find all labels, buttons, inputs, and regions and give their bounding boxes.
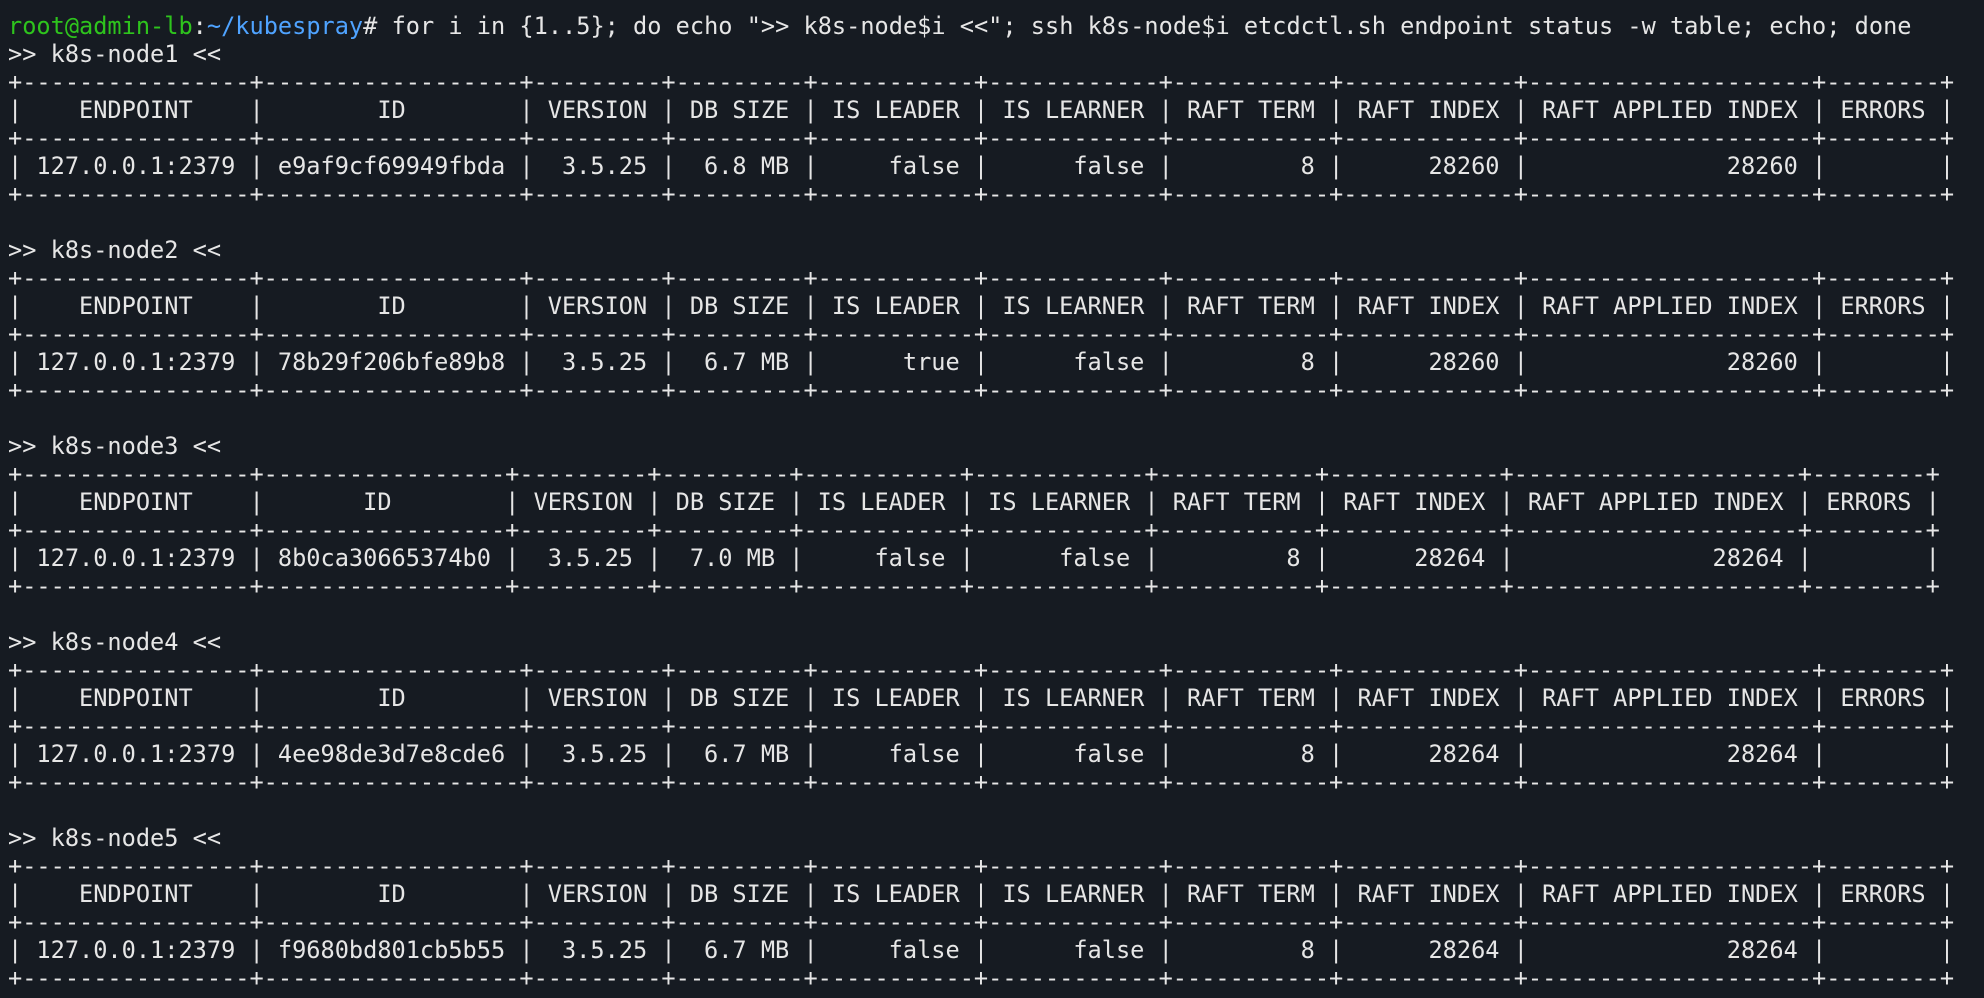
table-border-line: +----------------+------------------+---… <box>8 180 1955 208</box>
node-header-line: >> k8s-node3 << <box>8 432 222 460</box>
table-data-row: | 127.0.0.1:2379 | e9af9cf69949fbda | 3.… <box>8 152 1955 180</box>
table-border-line: +----------------+-----------------+----… <box>8 460 1940 488</box>
table-header-row: | ENDPOINT | ID | VERSION | DB SIZE | IS… <box>8 488 1940 516</box>
node-header-line: >> k8s-node4 << <box>8 628 222 656</box>
table-border-line: +----------------+------------------+---… <box>8 768 1955 796</box>
table-data-row: | 127.0.0.1:2379 | f9680bd801cb5b55 | 3.… <box>8 936 1955 964</box>
table-border-line: +----------------+------------------+---… <box>8 264 1955 292</box>
table-border-line: +----------------+------------------+---… <box>8 964 1955 992</box>
table-data-row: | 127.0.0.1:2379 | 78b29f206bfe89b8 | 3.… <box>8 348 1955 376</box>
table-border-line: +----------------+------------------+---… <box>8 124 1955 152</box>
prompt-symbol: # <box>363 12 392 40</box>
table-border-line: +----------------+------------------+---… <box>8 908 1955 936</box>
command-prompt-line[interactable]: root@admin-lb:~/kubespray# for i in {1..… <box>8 12 1911 40</box>
table-border-line: +----------------+-----------------+----… <box>8 572 1940 600</box>
table-header-row: | ENDPOINT | ID | VERSION | DB SIZE | IS… <box>8 292 1955 320</box>
table-border-line: +----------------+------------------+---… <box>8 852 1955 880</box>
prompt-separator: : <box>192 12 207 40</box>
table-border-line: +----------------+-----------------+----… <box>8 516 1940 544</box>
table-header-row: | ENDPOINT | ID | VERSION | DB SIZE | IS… <box>8 96 1955 124</box>
node-header-line: >> k8s-node1 << <box>8 40 222 68</box>
table-border-line: +----------------+------------------+---… <box>8 68 1955 96</box>
table-border-line: +----------------+------------------+---… <box>8 712 1955 740</box>
prompt-path: ~/kubespray <box>206 12 364 40</box>
table-data-row: | 127.0.0.1:2379 | 8b0ca30665374b0 | 3.5… <box>8 544 1940 572</box>
terminal-window[interactable]: root@admin-lb:~/kubespray# for i in {1..… <box>8 0 1984 998</box>
prompt-user: root@admin-lb <box>8 12 193 40</box>
command-text[interactable]: for i in {1..5}; do echo ">> k8s-node$i … <box>392 12 1912 40</box>
table-header-row: | ENDPOINT | ID | VERSION | DB SIZE | IS… <box>8 684 1955 712</box>
node-header-line: >> k8s-node2 << <box>8 236 222 264</box>
table-border-line: +----------------+------------------+---… <box>8 320 1955 348</box>
table-border-line: +----------------+------------------+---… <box>8 376 1955 404</box>
table-data-row: | 127.0.0.1:2379 | 4ee98de3d7e8cde6 | 3.… <box>8 740 1955 768</box>
table-border-line: +----------------+------------------+---… <box>8 656 1955 684</box>
table-header-row: | ENDPOINT | ID | VERSION | DB SIZE | IS… <box>8 880 1955 908</box>
node-header-line: >> k8s-node5 << <box>8 824 222 852</box>
